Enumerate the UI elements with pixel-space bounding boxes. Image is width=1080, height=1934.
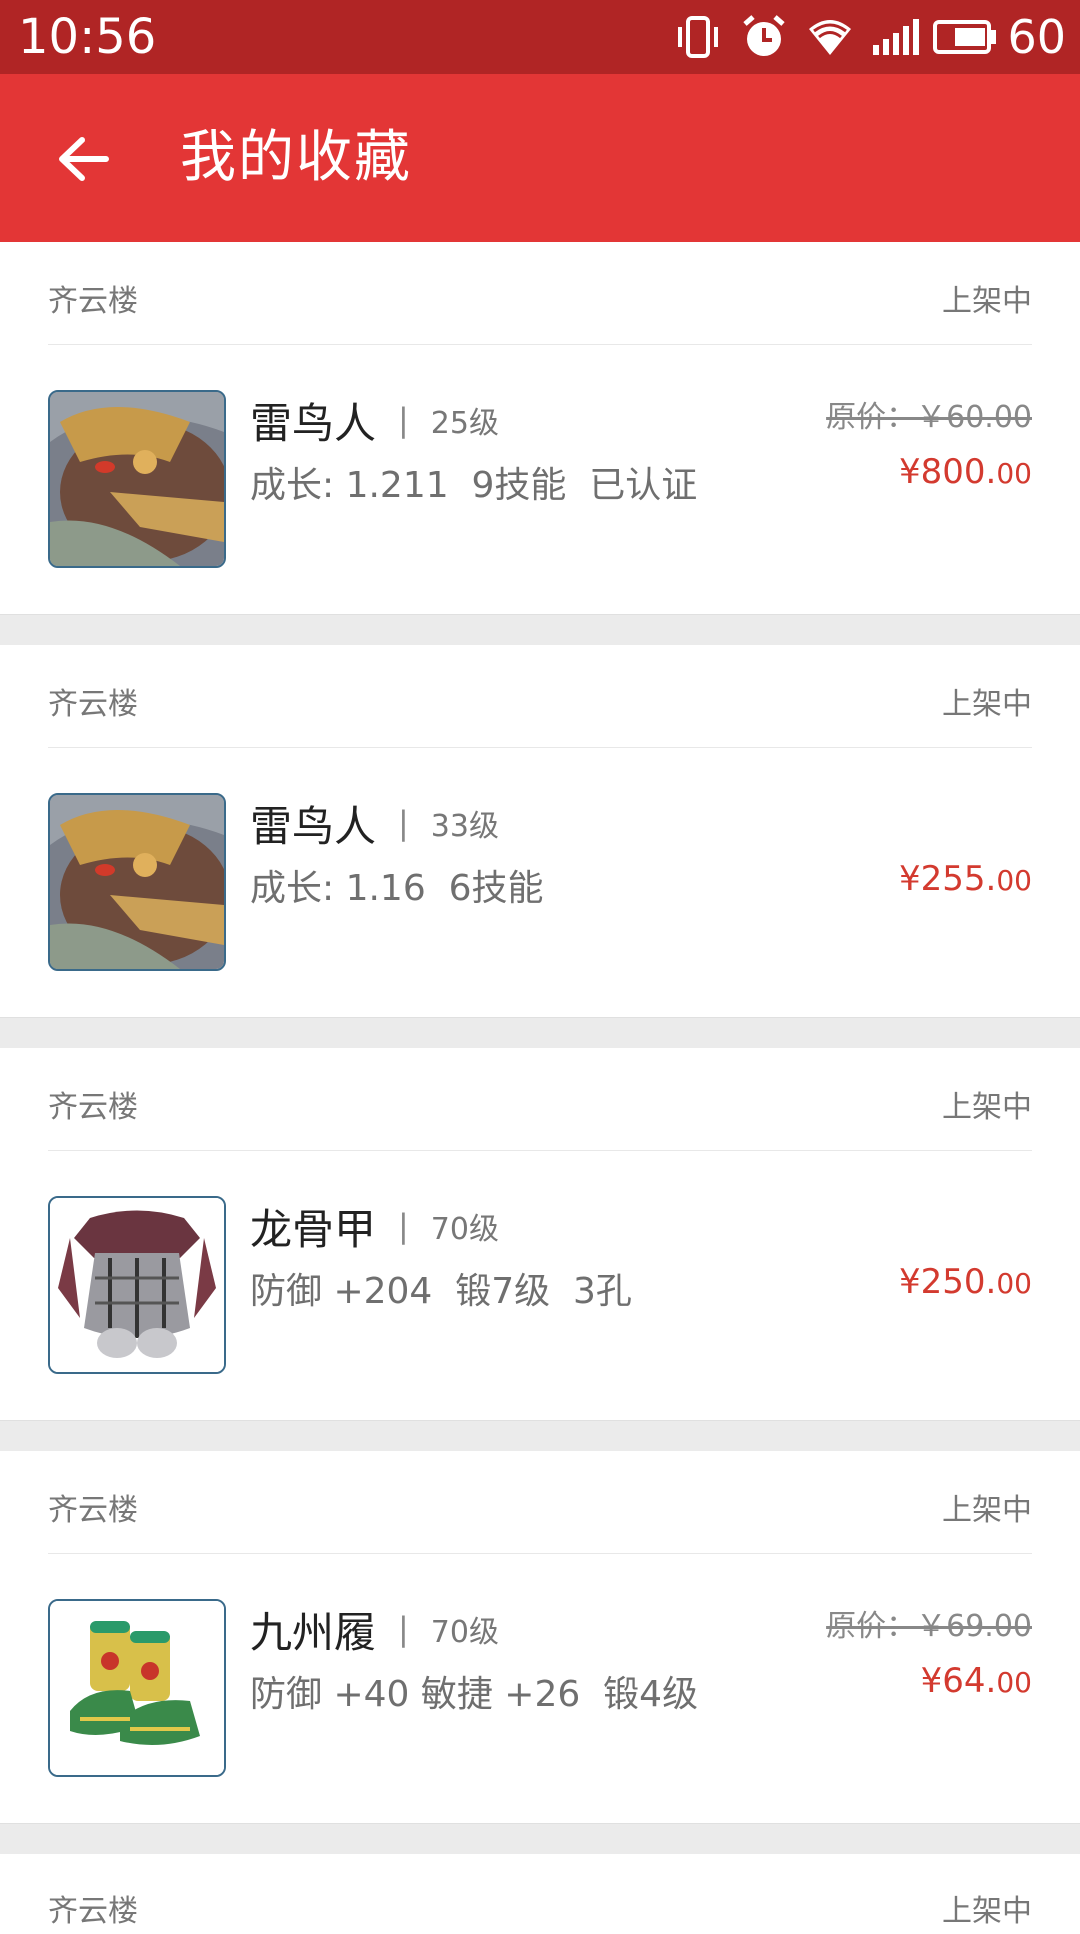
item-title-line: 龙骨甲 | 70级 (250, 1196, 499, 1256)
seller-name: 齐云楼 (48, 284, 138, 319)
item-thumbnail (48, 793, 226, 971)
listing-state: 上架中 (942, 1493, 1032, 1528)
list-item[interactable]: 齐云楼 上架中 雷鸟人 | 33级 成长: 1.16 6技能 ¥255.00 (0, 645, 1080, 1018)
app-bar: 我的收藏 (0, 74, 1080, 242)
wifi-icon (797, 0, 863, 74)
card-header: 齐云楼 上架中 (48, 1048, 1032, 1151)
item-level: 33级 (430, 809, 499, 844)
list-item[interactable]: 齐云楼 上架中 龙骨甲 | 70级 防御 +204 锻7级 3孔 ¥250.00 (0, 1048, 1080, 1421)
separator: | (398, 804, 409, 842)
battery-icon (929, 0, 1001, 74)
status-icons: 60 (665, 0, 1066, 74)
arrow-left-icon (59, 137, 109, 181)
card-header: 齐云楼 上架中 (48, 242, 1032, 345)
signal-icon (863, 0, 929, 74)
item-attributes: 成长: 1.211 9技能 已认证 (250, 465, 698, 506)
price-main: ¥800. (899, 452, 997, 492)
list-item[interactable]: 齐云楼 上架中 雷鸟人 | 25级 成长: 1.211 9技能 已认证 原价：￥… (0, 242, 1080, 615)
status-bar: 10:56 60 (0, 0, 1080, 74)
item-title-line: 雷鸟人 | 33级 (250, 793, 499, 853)
item-attributes: 防御 +204 锻7级 3孔 (250, 1271, 632, 1312)
seller-name: 齐云楼 (48, 1090, 138, 1125)
item-thumbnail (48, 1599, 226, 1777)
item-title-line: 雷鸟人 | 25级 (250, 390, 499, 450)
card-header: 齐云楼 上架中 (48, 645, 1032, 748)
item-name: 龙骨甲 (250, 1204, 377, 1254)
favorites-list: 齐云楼 上架中 雷鸟人 | 25级 成长: 1.211 9技能 已认证 原价：￥… (0, 242, 1080, 1854)
battery-level: 60 (1007, 10, 1066, 64)
seller-name: 齐云楼 (48, 1894, 138, 1929)
item-price: ¥800.00 (899, 452, 1032, 492)
list-item[interactable]: 齐云楼 上架中 九州履 | 70级 防御 +40 敏捷 +26 锻4级 原价：￥… (0, 1451, 1080, 1824)
item-title-line: 九州履 | 70级 (250, 1599, 499, 1659)
vibrate-icon (665, 0, 731, 74)
listing-state: 上架中 (942, 1894, 1032, 1929)
price-main: ¥64. (920, 1661, 997, 1701)
item-price: ¥64.00 (921, 1661, 1032, 1701)
back-button[interactable] (48, 124, 118, 194)
alarm-icon (731, 0, 797, 74)
price-main: ¥250. (899, 1262, 997, 1302)
listing-state: 上架中 (942, 687, 1032, 722)
card-header: 齐云楼 上架中 (48, 1451, 1032, 1554)
item-name: 雷鸟人 (250, 801, 377, 851)
price-cents: 00 (996, 864, 1032, 897)
seller-name: 齐云楼 (48, 687, 138, 722)
item-thumbnail (48, 390, 226, 568)
list-item-partial[interactable]: 齐云楼 上架中 (0, 1854, 1080, 1934)
item-level: 70级 (430, 1615, 499, 1650)
price-cents: 00 (996, 1666, 1032, 1699)
page-title: 我的收藏 (180, 125, 412, 190)
item-attributes: 成长: 1.16 6技能 (250, 868, 544, 909)
seller-name: 齐云楼 (48, 1493, 138, 1528)
price-main: ¥255. (899, 859, 997, 899)
item-thumbnail (48, 1196, 226, 1374)
item-name: 九州履 (250, 1607, 377, 1657)
item-attributes: 防御 +40 敏捷 +26 锻4级 (250, 1674, 699, 1715)
separator: | (398, 1207, 409, 1245)
listing-state: 上架中 (942, 1090, 1032, 1125)
item-name: 雷鸟人 (250, 398, 377, 448)
status-time: 10:56 (18, 9, 157, 65)
price-cents: 00 (996, 457, 1032, 490)
listing-state: 上架中 (942, 284, 1032, 319)
item-price: ¥250.00 (899, 1262, 1032, 1302)
item-level: 25级 (430, 406, 499, 441)
original-price: 原价：￥60.00 (826, 400, 1032, 435)
original-price: 原价：￥69.00 (826, 1609, 1032, 1644)
price-cents: 00 (996, 1267, 1032, 1300)
item-level: 70级 (430, 1212, 499, 1247)
separator: | (398, 1610, 409, 1648)
item-price: ¥255.00 (899, 859, 1032, 899)
separator: | (398, 401, 409, 439)
